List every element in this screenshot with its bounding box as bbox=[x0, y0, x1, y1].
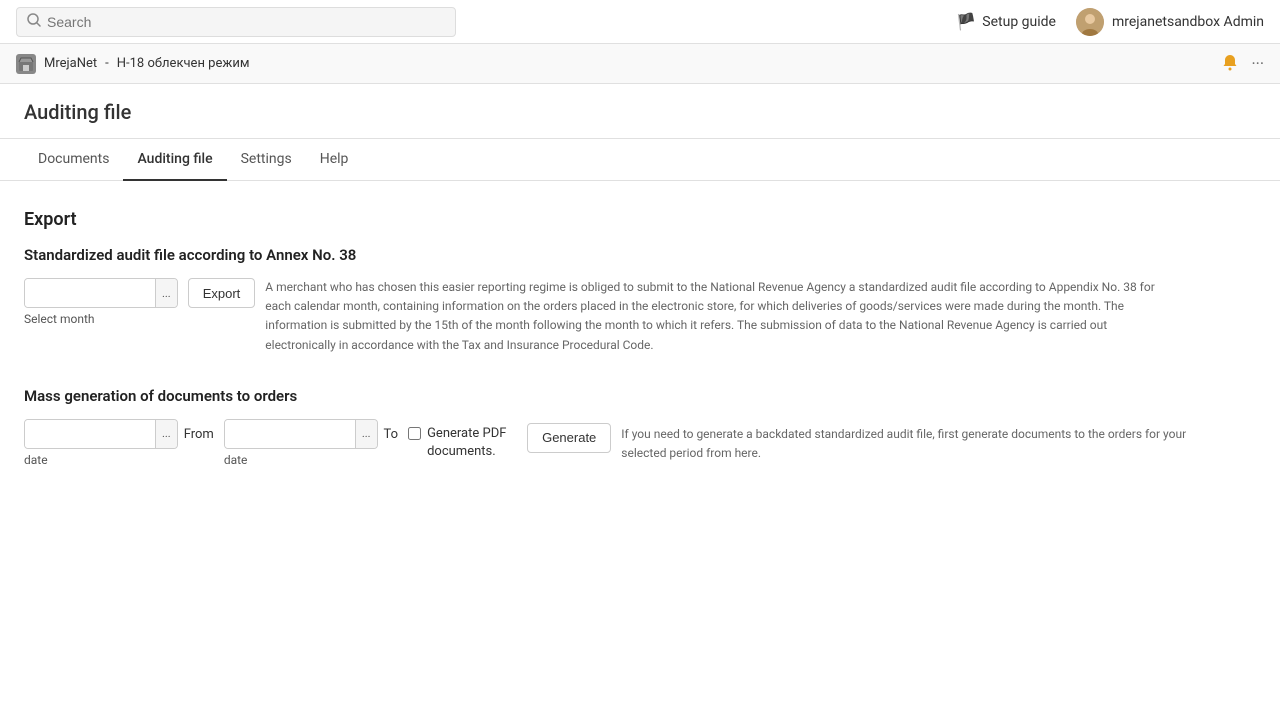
user-name: mrejanetsandbox Admin bbox=[1112, 14, 1264, 30]
mass-gen-title: Mass generation of documents to orders bbox=[24, 387, 1256, 405]
tab-documents[interactable]: Documents bbox=[24, 139, 123, 181]
export-button[interactable]: Export bbox=[188, 278, 256, 308]
from-date-picker-button[interactable]: ... bbox=[155, 420, 177, 448]
flag-icon: 🏴 bbox=[956, 12, 976, 31]
setup-guide-label: Setup guide bbox=[982, 14, 1056, 30]
top-navbar: 🏴 Setup guide mrejanetsandbox Admin bbox=[0, 0, 1280, 44]
mass-gen-description: If you need to generate a backdated stan… bbox=[621, 419, 1221, 463]
page-title: Auditing file bbox=[24, 100, 1256, 124]
to-date-picker-button[interactable]: ... bbox=[355, 420, 377, 448]
search-input[interactable] bbox=[47, 14, 445, 30]
generate-button[interactable]: Generate bbox=[527, 423, 611, 453]
export-section-title: Export bbox=[24, 209, 1256, 230]
store-bar: MrejaNet - Н-18 облекчен режим ··· bbox=[0, 44, 1280, 84]
nav-right: 🏴 Setup guide mrejanetsandbox Admin bbox=[956, 8, 1264, 36]
to-date-label: date bbox=[224, 453, 378, 467]
store-name: MrejaNet bbox=[44, 56, 97, 71]
search-icon bbox=[27, 13, 41, 31]
from-date-input-wrap: ... date bbox=[24, 419, 178, 467]
generate-pdf-group[interactable]: Generate PDF documents. bbox=[408, 419, 517, 461]
more-icon[interactable]: ··· bbox=[1251, 54, 1264, 73]
month-select-group: ... Select month bbox=[24, 278, 178, 326]
setup-guide-link[interactable]: 🏴 Setup guide bbox=[956, 12, 1056, 31]
to-date-input-wrap: ... date bbox=[224, 419, 378, 467]
generate-pdf-label: Generate PDF documents. bbox=[427, 425, 517, 461]
export-description: A merchant who has chosen this easier re… bbox=[265, 278, 1165, 355]
store-info: MrejaNet - Н-18 облекчен режим bbox=[16, 54, 249, 74]
store-separator: - bbox=[105, 56, 109, 71]
main-content: Export Standardized audit file according… bbox=[0, 181, 1280, 495]
search-bar[interactable] bbox=[16, 7, 456, 37]
user-menu[interactable]: mrejanetsandbox Admin bbox=[1076, 8, 1264, 36]
to-date-field[interactable] bbox=[225, 420, 355, 448]
to-label: To bbox=[384, 419, 399, 442]
from-date-group: ... date From bbox=[24, 419, 214, 467]
select-month-label: Select month bbox=[24, 312, 178, 326]
bell-icon[interactable] bbox=[1221, 53, 1239, 75]
store-bar-right: ··· bbox=[1221, 53, 1264, 75]
page-header: Auditing file bbox=[0, 84, 1280, 139]
tab-auditing-file[interactable]: Auditing file bbox=[123, 139, 226, 181]
to-date-group: ... date To bbox=[224, 419, 398, 467]
store-mode: Н-18 облекчен режим bbox=[117, 56, 250, 71]
export-subsection-title: Standardized audit file according to Ann… bbox=[24, 246, 1256, 264]
tab-help[interactable]: Help bbox=[306, 139, 363, 181]
from-label: From bbox=[184, 419, 214, 442]
tab-settings[interactable]: Settings bbox=[227, 139, 306, 181]
from-date-label: date bbox=[24, 453, 178, 467]
tabs: Documents Auditing file Settings Help bbox=[0, 139, 1280, 181]
month-picker-button[interactable]: ... bbox=[155, 279, 177, 307]
avatar bbox=[1076, 8, 1104, 36]
store-icon bbox=[16, 54, 36, 74]
from-date-field[interactable] bbox=[25, 420, 155, 448]
month-select-input[interactable]: ... bbox=[24, 278, 178, 308]
from-date-input[interactable]: ... bbox=[24, 419, 178, 449]
mass-generation-section: Mass generation of documents to orders .… bbox=[24, 387, 1256, 467]
export-section: Export Standardized audit file according… bbox=[24, 209, 1256, 355]
export-row: ... Select month Export A merchant who h… bbox=[24, 278, 1256, 355]
generate-pdf-checkbox[interactable] bbox=[408, 427, 421, 440]
month-input-field[interactable] bbox=[25, 279, 155, 307]
to-date-input[interactable]: ... bbox=[224, 419, 378, 449]
mass-gen-row: ... date From ... date To bbox=[24, 419, 1256, 467]
